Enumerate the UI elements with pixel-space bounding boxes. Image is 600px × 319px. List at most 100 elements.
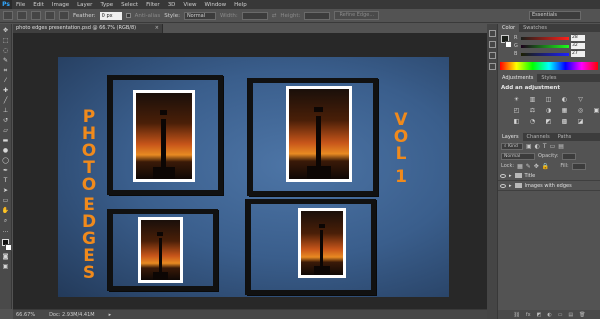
levels-icon[interactable]: ▥: [528, 96, 537, 104]
menu-image[interactable]: Image: [48, 2, 73, 8]
red-slider[interactable]: [521, 36, 569, 40]
feather-input[interactable]: 0 px: [99, 11, 122, 20]
posterize-icon[interactable]: ◔: [528, 118, 537, 126]
menu-filter[interactable]: Filter: [142, 2, 164, 8]
type-icon[interactable]: T: [2, 177, 10, 185]
fill-input[interactable]: [571, 162, 586, 170]
shape-icon[interactable]: ▭: [2, 197, 10, 205]
blur-icon[interactable]: ●: [2, 147, 10, 155]
channel-mixer-icon[interactable]: ◎: [576, 107, 585, 115]
selective-color-icon[interactable]: ◪: [576, 118, 585, 126]
blue-slider[interactable]: [521, 52, 569, 56]
refine-edge-button[interactable]: Refine Edge...: [334, 11, 380, 20]
hand-icon[interactable]: ✋: [2, 207, 10, 215]
photo-filter-icon[interactable]: ▦: [560, 107, 569, 115]
style-select[interactable]: Normal: [183, 11, 216, 20]
canvas-workspace[interactable]: P H O T O E D G E S V O L 1: [13, 33, 487, 309]
blue-value[interactable]: 27: [571, 51, 585, 57]
visibility-eye-icon[interactable]: [500, 183, 506, 188]
tab-swatches[interactable]: Swatches: [519, 24, 551, 32]
color-spectrum[interactable]: [500, 62, 598, 70]
opacity-input[interactable]: [561, 152, 576, 160]
menu-help[interactable]: Help: [230, 2, 251, 8]
height-input[interactable]: [304, 11, 331, 20]
new-selection-icon[interactable]: [17, 11, 27, 20]
marquee-icon[interactable]: ⬚: [2, 37, 10, 45]
screen-mode-icon[interactable]: ▣: [2, 263, 10, 271]
tab-layers[interactable]: Layers: [498, 133, 523, 141]
character-panel-icon[interactable]: [488, 52, 496, 59]
new-adjustment-icon[interactable]: ◐: [547, 312, 551, 318]
layer-row[interactable]: ▸ Title: [498, 171, 600, 181]
color-bg-swatch[interactable]: [505, 41, 512, 48]
marquee-tool-icon[interactable]: [3, 11, 13, 20]
healing-brush-icon[interactable]: ✚: [2, 87, 10, 95]
link-layers-icon[interactable]: ⛓: [513, 312, 519, 318]
lock-all-icon[interactable]: 🔒: [542, 163, 549, 170]
new-layer-icon[interactable]: ▤: [568, 312, 573, 318]
workspace-select[interactable]: Essentials: [529, 11, 581, 20]
curves-icon[interactable]: ◫: [544, 96, 553, 104]
crop-icon[interactable]: ⌗: [2, 67, 10, 75]
green-slider[interactable]: [521, 44, 569, 48]
eraser-icon[interactable]: ▱: [2, 127, 10, 135]
gradient-map-icon[interactable]: ▩: [560, 118, 569, 126]
clone-stamp-icon[interactable]: ⊥: [2, 107, 10, 115]
filter-pixel-icon[interactable]: ▣: [526, 143, 532, 150]
menu-3d[interactable]: 3D: [164, 2, 180, 8]
kind-filter-select[interactable]: ⌕ Kind: [501, 142, 523, 150]
color-balance-icon[interactable]: ⚖: [528, 107, 537, 115]
expand-arrow-icon[interactable]: ▸: [509, 173, 512, 179]
menu-view[interactable]: View: [179, 2, 200, 8]
lock-pixels-icon[interactable]: ▦: [517, 163, 523, 170]
quick-mask-icon[interactable]: ◙: [2, 253, 10, 261]
add-selection-icon[interactable]: [31, 11, 41, 20]
brush-icon[interactable]: ╱: [2, 97, 10, 105]
eyedropper-icon[interactable]: ⁄: [2, 77, 10, 85]
filter-type-icon[interactable]: T: [543, 143, 547, 150]
zoom-level[interactable]: 66.67%: [16, 312, 35, 318]
document-canvas[interactable]: P H O T O E D G E S V O L 1: [58, 57, 449, 297]
lock-move-icon[interactable]: ✥: [534, 163, 539, 170]
filter-adjust-icon[interactable]: ◐: [535, 143, 540, 150]
status-arrow-icon[interactable]: ▸: [109, 312, 112, 318]
menu-layer[interactable]: Layer: [73, 2, 96, 8]
swap-icon[interactable]: ⇄: [272, 13, 277, 19]
width-input[interactable]: [241, 11, 268, 20]
black-white-icon[interactable]: ◑: [544, 107, 553, 115]
antialias-checkbox[interactable]: [125, 13, 131, 18]
quick-select-icon[interactable]: ✎: [2, 57, 10, 65]
zoom-icon[interactable]: ⌕: [2, 217, 10, 225]
history-panel-icon[interactable]: [488, 30, 496, 37]
properties-panel-icon[interactable]: [488, 41, 496, 48]
menu-window[interactable]: Window: [200, 2, 230, 8]
filter-shape-icon[interactable]: ▭: [550, 143, 556, 150]
more-tools-icon[interactable]: …: [2, 227, 10, 235]
color-lookup-icon[interactable]: ▣: [592, 107, 600, 115]
filter-smart-icon[interactable]: ▤: [558, 143, 564, 150]
subtract-selection-icon[interactable]: [45, 11, 55, 20]
green-value[interactable]: 32: [571, 43, 585, 49]
tab-styles[interactable]: Styles: [537, 74, 560, 82]
tab-adjustments[interactable]: Adjustments: [498, 74, 538, 82]
delete-layer-icon[interactable]: 🗑: [579, 312, 585, 318]
path-select-icon[interactable]: ➤: [2, 187, 10, 195]
paragraph-panel-icon[interactable]: [488, 63, 496, 70]
exposure-icon[interactable]: ◐: [560, 96, 569, 104]
gradient-icon[interactable]: ▬: [2, 137, 10, 145]
pen-icon[interactable]: ✒: [2, 167, 10, 175]
menu-type[interactable]: Type: [96, 2, 117, 8]
new-group-icon[interactable]: ▭: [558, 312, 563, 318]
visibility-eye-icon[interactable]: [500, 173, 506, 178]
history-brush-icon[interactable]: ↺: [2, 117, 10, 125]
document-tab[interactable]: photo edges presentation.psd @ 66.7% (RG…: [13, 24, 163, 33]
intersect-selection-icon[interactable]: [59, 11, 69, 20]
lock-paint-icon[interactable]: ✎: [526, 163, 531, 170]
hue-saturation-icon[interactable]: ◰: [512, 107, 521, 115]
menu-select[interactable]: Select: [117, 2, 142, 8]
brightness-icon[interactable]: ☀: [512, 96, 521, 104]
invert-icon[interactable]: ◧: [512, 118, 521, 126]
menu-edit[interactable]: Edit: [29, 2, 48, 8]
background-color-swatch[interactable]: [4, 244, 12, 251]
red-value[interactable]: 28: [571, 35, 585, 41]
